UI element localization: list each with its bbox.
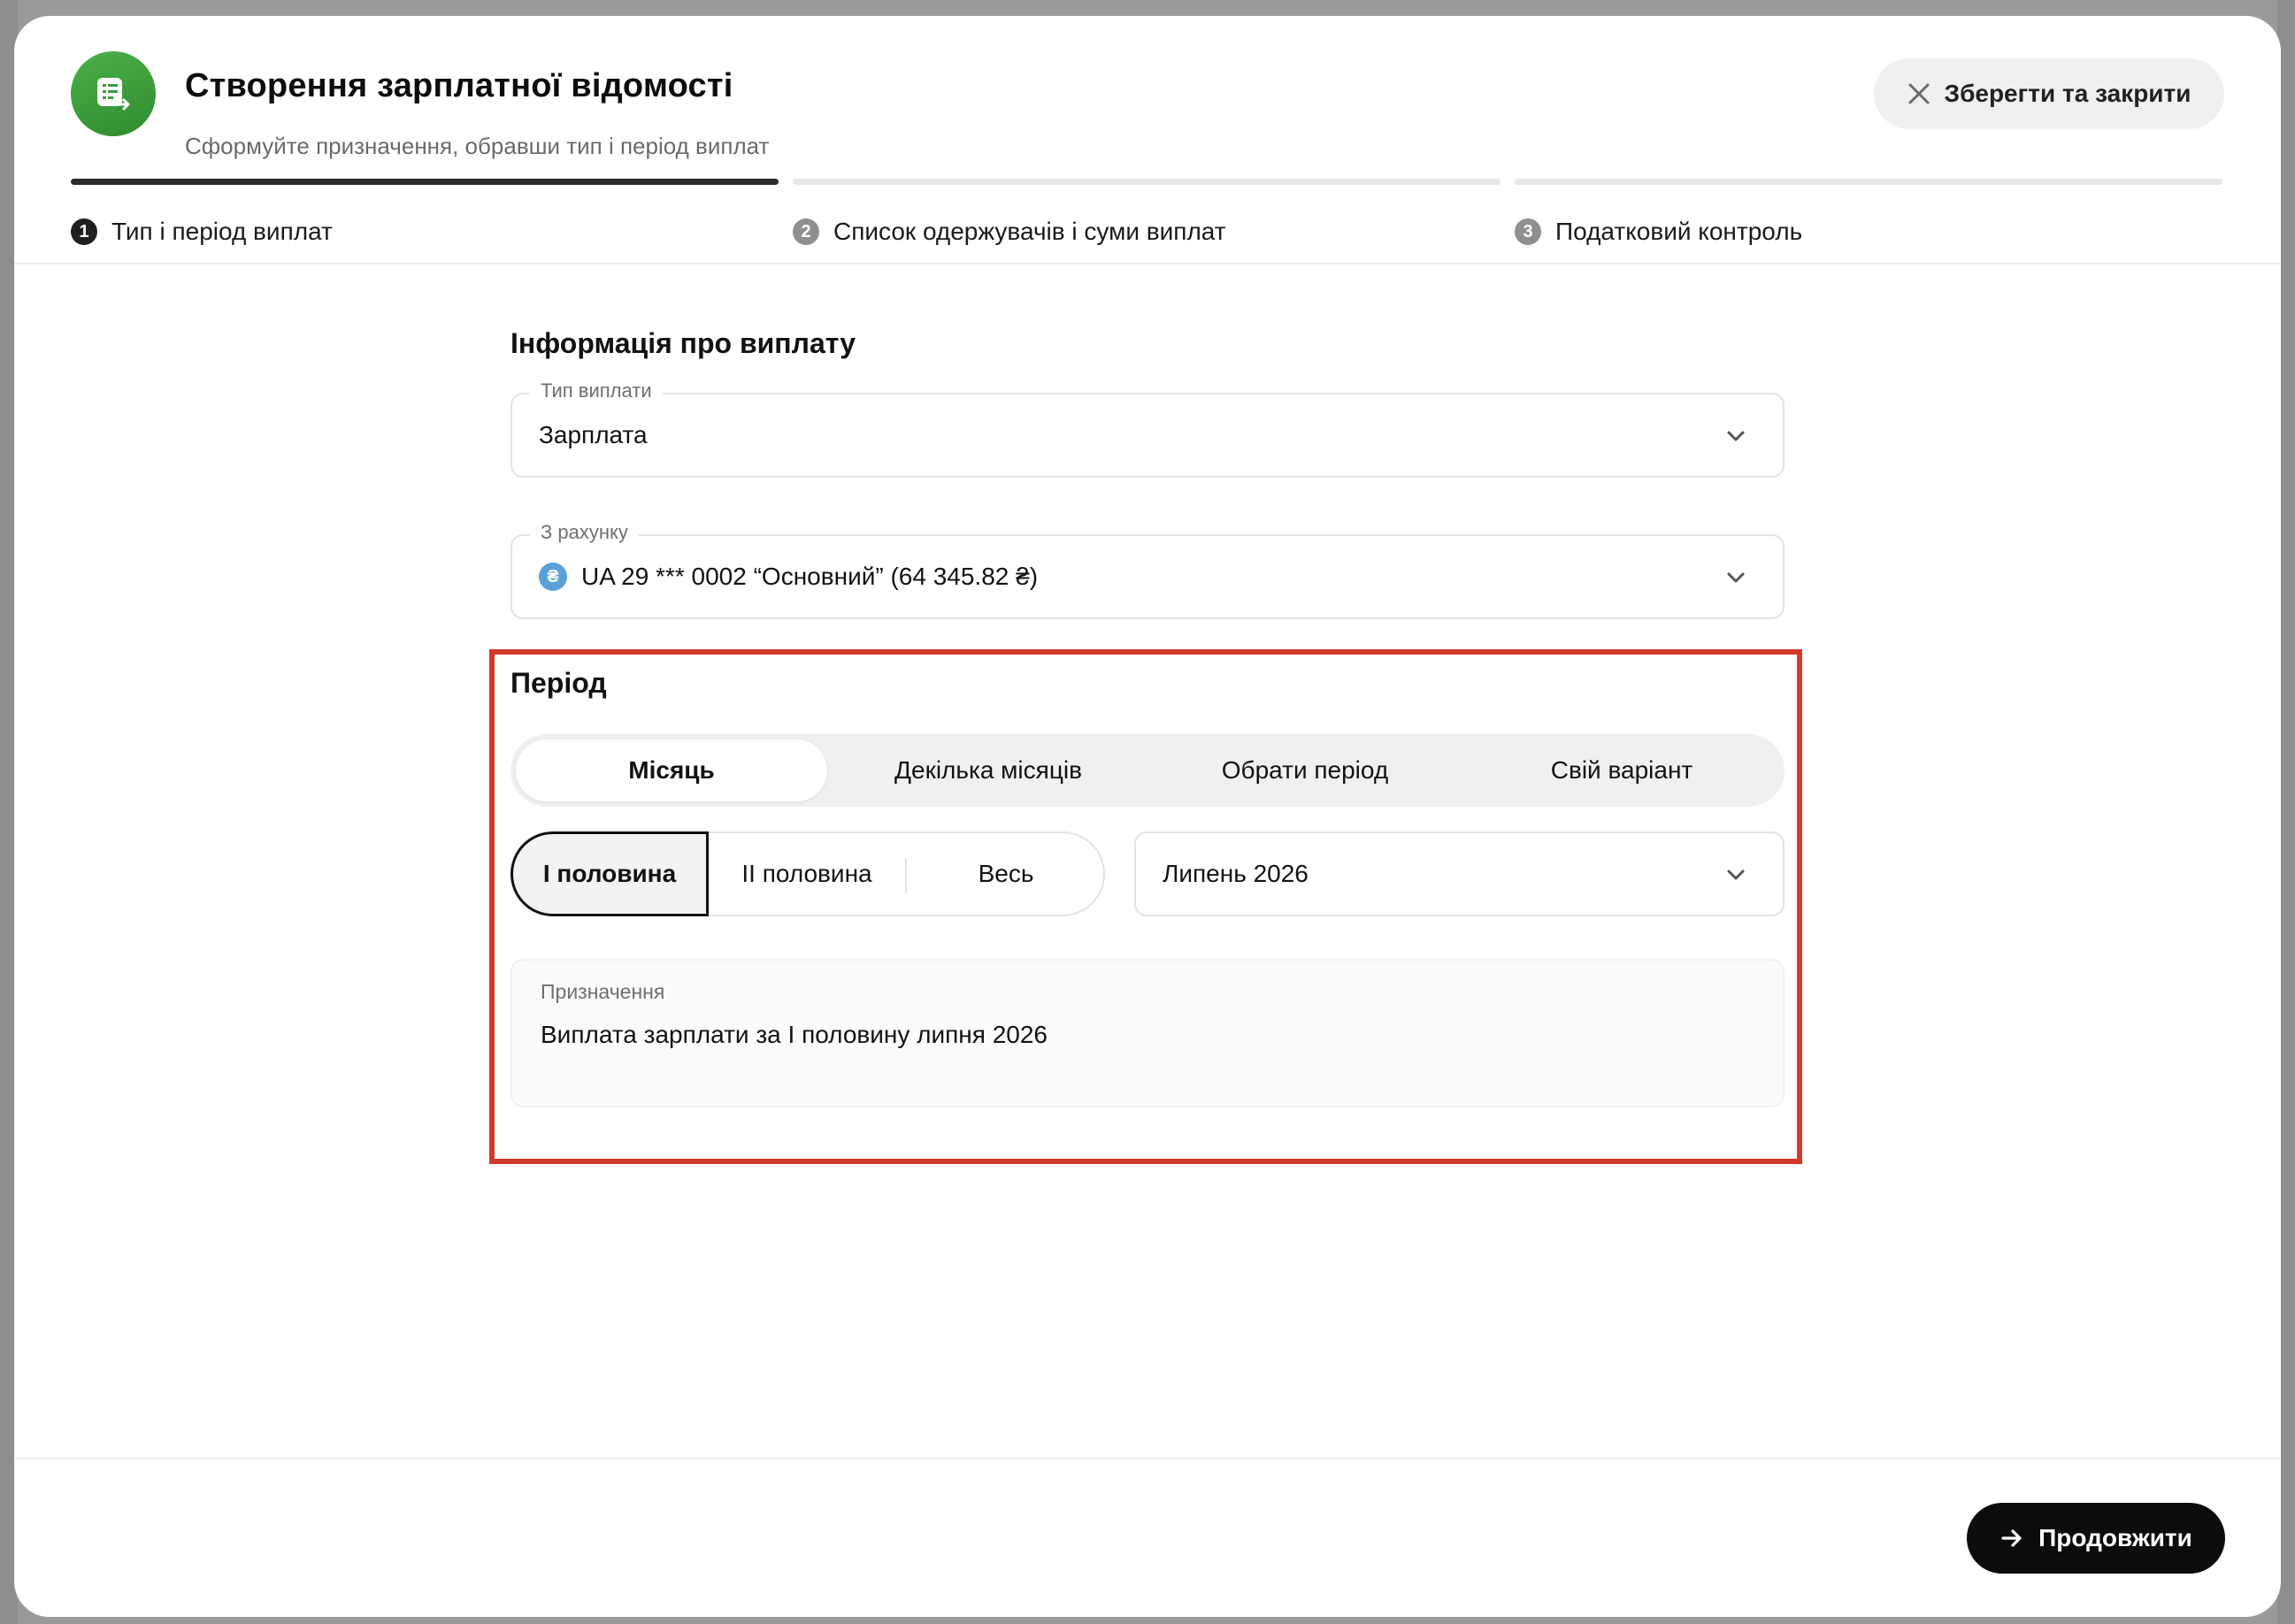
- create-payroll-modal: Створення зарплатної відомості Сформуйте…: [14, 16, 2281, 1617]
- month-half-selector: I половина II половина Весь: [510, 831, 1105, 916]
- hryvnia-icon: ₴: [539, 563, 567, 591]
- tab-select-period[interactable]: Обрати період: [1149, 739, 1461, 801]
- step-tax-control[interactable]: 3 Податковий контроль: [1515, 218, 1802, 246]
- whole-month-option[interactable]: Весь: [907, 831, 1105, 916]
- purpose-label: Призначення: [541, 980, 665, 1003]
- header-divider: [14, 263, 2281, 264]
- tab-custom[interactable]: Свій варіант: [1466, 739, 1777, 801]
- step-label: Тип і період виплат: [111, 218, 333, 245]
- payment-type-select[interactable]: Тип виплати Зарплата: [510, 379, 1785, 478]
- page-title: Створення зарплатної відомості: [185, 67, 733, 104]
- first-half-option[interactable]: I половина: [510, 831, 709, 916]
- purpose-field[interactable]: Призначення Виплата зарплати за I полови…: [510, 959, 1785, 1107]
- arrow-right-icon: [2001, 1529, 2022, 1547]
- month-select[interactable]: Липень 2026: [1134, 831, 1785, 916]
- step-recipients[interactable]: 2 Список одержувачів і суми виплат: [793, 218, 1226, 246]
- step-label: Податковий контроль: [1555, 218, 1803, 245]
- payroll-sheet-icon: [71, 51, 156, 136]
- step-number: 2: [793, 218, 819, 245]
- second-half-option[interactable]: II половина: [709, 831, 905, 916]
- step-1-progress: [71, 179, 779, 185]
- purpose-value: Виплата зарплати за I половину липня 202…: [541, 1021, 1048, 1048]
- chevron-down-icon: [1727, 869, 1745, 880]
- save-and-close-label: Зберегти та закрити: [1944, 80, 2191, 107]
- step-label: Список одержувачів і суми виплат: [833, 218, 1226, 245]
- account-select[interactable]: З рахунку ₴ UA 29 *** 0002 “Основний” (6…: [510, 521, 1785, 619]
- close-icon: [1908, 83, 1930, 104]
- payment-type-value: Зарплата: [539, 421, 648, 448]
- save-and-close-button[interactable]: Зберегти та закрити: [1874, 58, 2224, 129]
- step-number: 3: [1515, 218, 1541, 245]
- period-type-tabs: Місяць Декілька місяців Обрати період Св…: [510, 734, 1785, 807]
- account-label: З рахунку: [530, 521, 639, 544]
- account-value: UA 29 *** 0002 “Основний” (64 345.82 ₴): [581, 563, 1039, 590]
- step-2-progress: [793, 179, 1501, 185]
- footer-divider: [14, 1458, 2281, 1459]
- tab-several-months[interactable]: Декілька місяців: [833, 739, 1144, 801]
- payment-info-title: Інформація про виплату: [510, 327, 856, 359]
- tab-month[interactable]: Місяць: [516, 739, 827, 801]
- page-subtitle: Сформуйте призначення, обравши тип і пер…: [185, 133, 770, 159]
- chevron-down-icon: [1727, 431, 1745, 441]
- continue-button[interactable]: Продовжити: [1967, 1503, 2225, 1574]
- step-number: 1: [71, 218, 97, 245]
- continue-label: Продовжити: [2038, 1524, 2192, 1551]
- month-value: Липень 2026: [1163, 860, 1309, 887]
- step-type-period[interactable]: 1 Тип і період виплат: [71, 218, 333, 246]
- payment-type-label: Тип виплати: [530, 379, 663, 402]
- period-title: Період: [510, 667, 607, 699]
- step-3-progress: [1515, 179, 2222, 185]
- chevron-down-icon: [1727, 572, 1745, 583]
